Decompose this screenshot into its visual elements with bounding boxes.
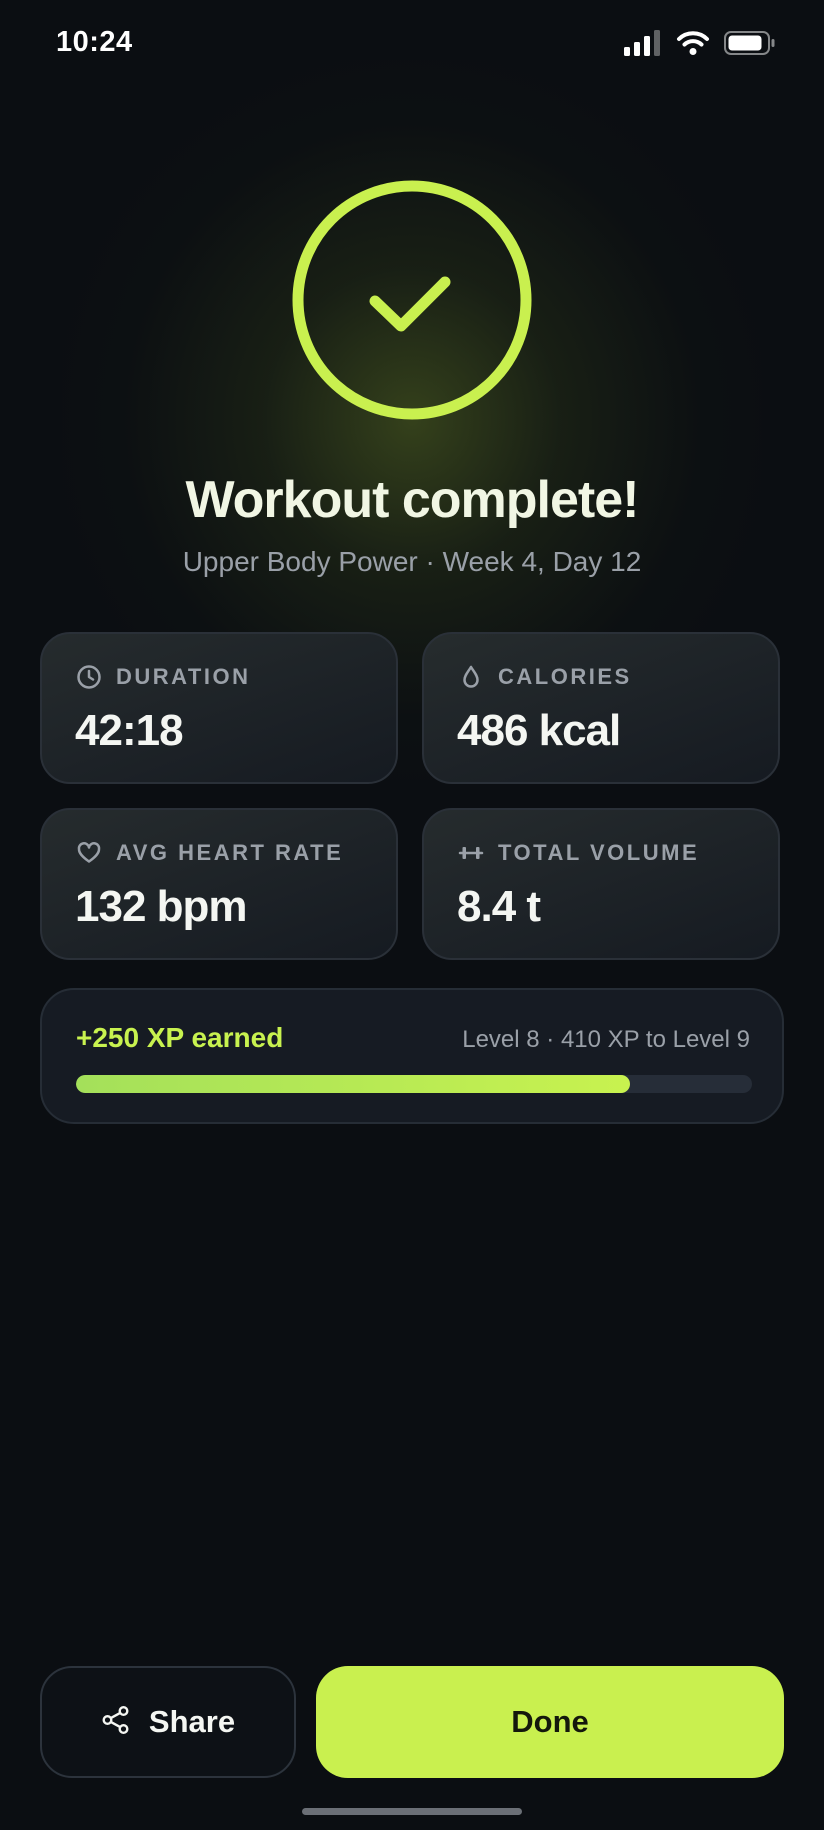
stat-card-duration: DURATION 42:18 [40, 632, 398, 784]
heart-icon [76, 840, 102, 866]
clock-icon [76, 664, 102, 690]
xp-earned-label: +250 XP earned [76, 1022, 284, 1053]
stat-label-row: TOTAL VOLUME [458, 840, 699, 866]
stat-label-row: AVG HEART RATE [76, 840, 343, 866]
stat-label: TOTAL VOLUME [498, 840, 700, 865]
xp-progress-bar [76, 1075, 752, 1093]
share-button[interactable]: Share [40, 1666, 296, 1778]
stat-label: DURATION [116, 664, 251, 689]
stat-value: 486 kcal [457, 706, 621, 755]
battery-icon [724, 30, 776, 61]
checkmark-circle-icon [292, 180, 532, 420]
xp-progress-fill [76, 1075, 631, 1093]
stat-label: AVG HEART RATE [116, 840, 344, 865]
stat-label: CALORIES [498, 664, 632, 689]
status-icons [624, 29, 776, 61]
page-title: Workout complete! [185, 471, 640, 529]
wifi-icon [676, 30, 710, 61]
home-indicator[interactable] [302, 1808, 522, 1815]
done-button[interactable]: Done [316, 1666, 784, 1778]
stat-value: 42:18 [75, 706, 184, 755]
share-icon [101, 1705, 131, 1740]
xp-level-label: Level 8 · 410 XP to Level 9 [462, 1026, 750, 1053]
stat-card-heart-rate: AVG HEART RATE 132 bpm [40, 808, 398, 960]
xp-progress-card: +250 XP earned Level 8 · 410 XP to Level… [40, 988, 784, 1124]
workout-complete-screen: 10:24 Workout complete! Upper Body Power… [0, 0, 824, 1830]
stat-card-calories: CALORIES 486 kcal [422, 632, 780, 784]
share-label: Share [148, 1704, 236, 1739]
status-time: 10:24 [56, 26, 133, 58]
done-label: Done [511, 1704, 589, 1739]
stat-label-row: DURATION [76, 664, 250, 690]
stat-value: 8.4 t [457, 882, 541, 931]
dumbbell-icon [458, 840, 484, 866]
stat-card-total-volume: TOTAL VOLUME 8.4 t [422, 808, 780, 960]
flame-drop-icon [458, 664, 484, 690]
cellular-signal-icon [624, 29, 662, 61]
workout-subtitle: Upper Body Power · Week 4, Day 12 [182, 546, 642, 577]
stat-value: 132 bpm [75, 882, 248, 931]
stat-label-row: CALORIES [458, 664, 632, 690]
status-bar: 10:24 [0, 0, 824, 90]
